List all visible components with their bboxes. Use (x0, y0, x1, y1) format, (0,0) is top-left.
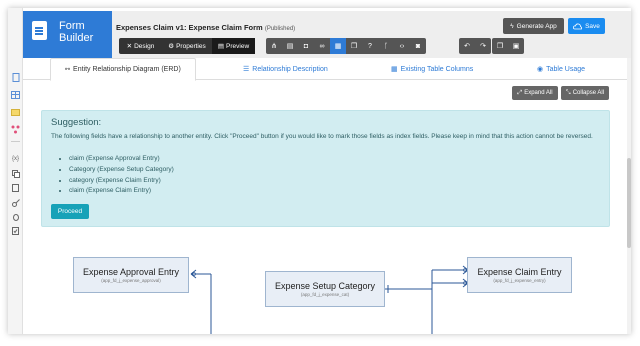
properties-mode-button[interactable]: ⚙ Properties (162, 38, 212, 54)
stack-icon[interactable] (10, 168, 21, 179)
list-item: claim (Expense Approval Entry) (69, 154, 174, 165)
scrollbar-thumb[interactable] (627, 158, 631, 248)
tab-table-usage[interactable]: ◉ Table Usage (537, 58, 585, 80)
form-builder-window: {x} Form Builder Expenses Claim v1: Expe… (8, 8, 631, 334)
document-icon[interactable] (10, 72, 21, 83)
list-item: Category (Expense Setup Category) (69, 165, 174, 176)
code-icon[interactable]: ‹› (394, 38, 410, 54)
tools-icon: ✕ (126, 43, 133, 50)
expand-icon: ⤢ (517, 89, 523, 96)
lock-icon[interactable]: ◘ (298, 38, 314, 54)
gear-icon: ⚙ (168, 43, 175, 50)
clipboard-tools: ❐ ▣ (492, 38, 524, 54)
file-icon[interactable] (10, 182, 21, 193)
bug-icon[interactable] (10, 211, 21, 222)
copy-icon[interactable]: ❐ (346, 38, 362, 54)
folder-icon[interactable] (10, 106, 21, 117)
tab-relationship-description[interactable]: ☰ Relationship Description (243, 58, 328, 80)
save-button[interactable]: Save (568, 18, 605, 34)
preview-icon: ▤ (217, 43, 225, 50)
copy-icon[interactable]: ❐ (492, 38, 508, 54)
report-icon[interactable]: ▤ (282, 38, 298, 54)
file-check-icon[interactable] (10, 225, 21, 236)
status-badge: (Published) (264, 26, 296, 32)
camera-icon[interactable]: ◙ (410, 38, 426, 54)
suggestion-text: The following fields have a relationship… (51, 133, 593, 140)
table-icon: ▦ (391, 66, 398, 73)
generate-app-button[interactable]: ϟ Generate App (503, 18, 564, 34)
redo-icon[interactable]: ↷ (475, 38, 491, 54)
suggestion-alert: Suggestion: The following fields have a … (41, 110, 610, 227)
left-sidebar: {x} (8, 8, 23, 334)
suggestion-list: claim (Expense Approval Entry) Category … (61, 154, 174, 197)
document-icon (32, 21, 47, 40)
list-item: category (Expense Claim Entry) (69, 176, 174, 187)
tab-erd[interactable]: ⚯ Entity Relationship Diagram (ERD) (50, 58, 196, 81)
grid-icon[interactable]: ▦ (330, 38, 346, 54)
table-icon[interactable] (10, 89, 21, 100)
cloud-upload-icon (573, 23, 583, 29)
entity-expense-claim-entry[interactable]: Expense Claim Entry (app_fd_j_expense_en… (467, 257, 572, 293)
branch-icon[interactable]: ᚴ (378, 38, 394, 54)
design-tools: ⋔ ▤ ◘ ∞ ▦ ❐ ? ᚴ ‹› ◙ (266, 38, 426, 54)
mode-switcher: ✕ Design ⚙ Properties ▤ Preview (119, 38, 255, 54)
help-icon[interactable]: ? (362, 38, 378, 54)
bolt-icon: ϟ (510, 22, 514, 30)
preview-mode-button[interactable]: ▤ Preview (212, 38, 255, 54)
tab-bar: ⚯ Entity Relationship Diagram (ERD) ☰ Rela… (23, 58, 631, 81)
collapse-icon: ⤡ (565, 89, 571, 96)
form-builder-brand: Form Builder (23, 11, 112, 58)
history-tools: ↶ ↷ (459, 38, 491, 54)
hierarchy-icon[interactable]: ⋔ (266, 38, 282, 54)
collapse-all-button[interactable]: ⤡ Collapse All (561, 86, 609, 100)
entity-expense-approval-entry[interactable]: Expense Approval Entry (app_fd_j_expense… (73, 257, 189, 293)
diagram-icon[interactable] (10, 124, 21, 135)
eye-icon: ◉ (537, 66, 544, 73)
undo-icon[interactable]: ↶ (459, 38, 475, 54)
suggestion-title: Suggestion: (51, 117, 102, 128)
variable-icon[interactable]: {x} (10, 153, 21, 164)
key-icon[interactable] (10, 197, 21, 208)
brand-title: Form Builder (59, 20, 94, 44)
top-toolbar: Expenses Claim v1: Expense Claim Form (P… (112, 11, 631, 58)
tab-existing-table-columns[interactable]: ▦ Existing Table Columns (391, 58, 473, 80)
glasses-icon[interactable]: ∞ (314, 38, 330, 54)
sidebar-divider (11, 141, 20, 142)
proceed-button[interactable]: Proceed (51, 204, 89, 219)
design-mode-button[interactable]: ✕ Design (119, 38, 162, 54)
scrollbar[interactable] (627, 58, 631, 334)
erd-icon: ⚯ (65, 67, 71, 73)
expand-all-button[interactable]: ⤢ Expand All (512, 86, 558, 100)
paste-icon[interactable]: ▣ (508, 38, 524, 54)
list-icon: ☰ (243, 66, 250, 73)
form-title: Expenses Claim v1: Expense Claim Form (P… (116, 23, 296, 32)
entity-expense-setup-category[interactable]: Expense Setup Category (app_fd_j_expense… (265, 271, 385, 307)
list-item: claim (Expense Claim Entry) (69, 186, 174, 197)
